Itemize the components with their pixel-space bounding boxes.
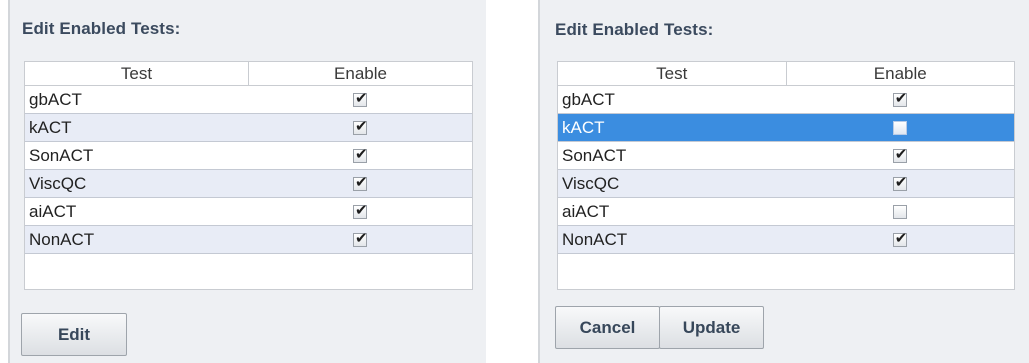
enable-cell: ✔ xyxy=(248,113,472,142)
column-header-test[interactable]: Test xyxy=(25,62,249,86)
test-name-cell[interactable]: ViscQC xyxy=(25,169,249,198)
test-name-cell[interactable]: gbACT xyxy=(558,85,786,114)
enable-checkbox[interactable]: ✔ xyxy=(893,230,907,248)
checkmark-icon: ✔ xyxy=(894,174,908,192)
checkmark-icon: ✔ xyxy=(894,90,908,108)
update-button[interactable]: Update xyxy=(659,306,764,349)
edit-button[interactable]: Edit xyxy=(21,313,127,356)
column-header-enable[interactable]: Enable xyxy=(248,62,472,86)
enable-checkbox[interactable]: ✔ xyxy=(353,90,368,108)
table-row[interactable]: kACT ✔ xyxy=(25,113,472,142)
left-panel: Edit Enabled Tests: Test Enable gbACT ✔ kA… xyxy=(8,0,486,363)
enable-cell: ✔ xyxy=(786,141,1014,170)
column-header-test[interactable]: Test xyxy=(558,62,787,86)
enable-cell: ✔ xyxy=(786,225,1014,254)
enable-cell xyxy=(786,113,1014,142)
test-name-cell[interactable]: aiACT xyxy=(558,197,786,226)
enable-checkbox[interactable]: ✔ xyxy=(353,174,368,192)
table-row[interactable]: SonACT ✔ xyxy=(25,141,472,170)
test-name-cell[interactable]: SonACT xyxy=(25,141,249,170)
enable-checkbox[interactable] xyxy=(893,205,907,220)
checkmark-icon: ✔ xyxy=(894,230,908,248)
panel-title: Edit Enabled Tests: xyxy=(22,19,181,38)
test-name-cell[interactable]: gbACT xyxy=(25,85,249,114)
table-row[interactable]: kACT xyxy=(558,113,1014,142)
checkmark-icon: ✔ xyxy=(894,146,908,164)
table-row[interactable]: gbACT ✔ xyxy=(25,85,472,114)
table-header-row: Test Enable xyxy=(25,62,472,86)
test-name-cell[interactable]: NonACT xyxy=(558,225,786,254)
enable-cell: ✔ xyxy=(248,225,472,254)
enable-cell: ✔ xyxy=(248,197,472,226)
enable-cell: ✔ xyxy=(248,85,472,114)
table-row[interactable]: NonACT ✔ xyxy=(558,225,1014,254)
tests-table: Test Enable gbACT ✔ kACT SonACT ✔ ViscQC ✔ aiAC… xyxy=(557,61,1015,290)
table-row[interactable]: ViscQC ✔ xyxy=(25,169,472,198)
test-name-cell[interactable]: ViscQC xyxy=(558,169,786,198)
enable-checkbox[interactable]: ✔ xyxy=(353,118,368,136)
test-name-cell[interactable]: kACT xyxy=(558,113,786,142)
enable-checkbox[interactable]: ✔ xyxy=(893,174,907,192)
test-name-cell[interactable]: aiACT xyxy=(25,197,249,226)
enable-cell: ✔ xyxy=(786,85,1014,114)
enable-checkbox[interactable]: ✔ xyxy=(353,230,368,248)
checkmark-icon: ✔ xyxy=(354,146,368,164)
checkmark-icon: ✔ xyxy=(354,174,368,192)
enable-checkbox[interactable]: ✔ xyxy=(893,90,907,108)
checkmark-icon: ✔ xyxy=(354,202,368,220)
checkmark-icon: ✔ xyxy=(354,230,368,248)
enable-cell: ✔ xyxy=(248,169,472,198)
enable-checkbox[interactable] xyxy=(893,121,907,136)
checkmark-icon: ✔ xyxy=(354,118,368,136)
column-header-enable[interactable]: Enable xyxy=(786,62,1014,86)
table-row[interactable]: NonACT ✔ xyxy=(25,225,472,254)
test-name-cell[interactable]: kACT xyxy=(25,113,249,142)
enable-checkbox[interactable]: ✔ xyxy=(353,202,368,220)
cancel-button[interactable]: Cancel xyxy=(555,306,660,349)
table-row[interactable]: ViscQC ✔ xyxy=(558,169,1014,198)
table-row[interactable]: aiACT ✔ xyxy=(25,197,472,226)
enable-cell: ✔ xyxy=(786,169,1014,198)
right-panel: Edit Enabled Tests: Test Enable gbACT ✔ kA… xyxy=(538,0,1029,363)
panel-title: Edit Enabled Tests: xyxy=(555,20,714,39)
enable-cell xyxy=(786,197,1014,226)
table-header-row: Test Enable xyxy=(558,62,1014,86)
tests-table: Test Enable gbACT ✔ kACT ✔ SonACT ✔ ViscQC ✔ aiA… xyxy=(24,61,473,290)
table-row[interactable]: aiACT xyxy=(558,197,1014,226)
checkmark-icon: ✔ xyxy=(354,90,368,108)
table-row[interactable]: gbACT ✔ xyxy=(558,85,1014,114)
table-row[interactable]: SonACT ✔ xyxy=(558,141,1014,170)
test-name-cell[interactable]: NonACT xyxy=(25,225,249,254)
enable-cell: ✔ xyxy=(248,141,472,170)
test-name-cell[interactable]: SonACT xyxy=(558,141,786,170)
enable-checkbox[interactable]: ✔ xyxy=(353,146,368,164)
enable-checkbox[interactable]: ✔ xyxy=(893,146,907,164)
